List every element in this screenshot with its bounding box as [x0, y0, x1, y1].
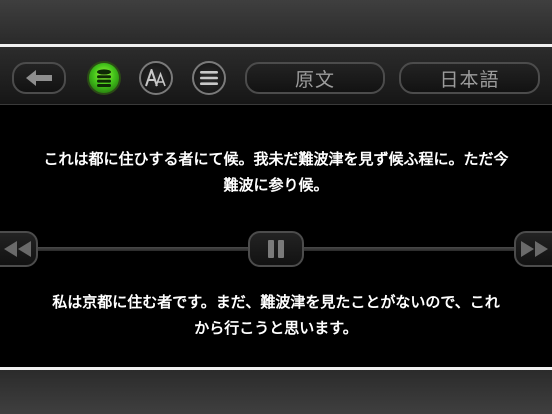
rewind-button[interactable] [0, 231, 38, 267]
toolbar: 原文 日本語 [0, 47, 552, 105]
tab-original-label: 原文 [294, 68, 335, 91]
left-arrow-icon [26, 70, 52, 86]
translation-text: 私は京都に住む者です。まだ、難波津を見たことがないので、これ から行こうと思いま… [0, 289, 552, 341]
font-size-button[interactable] [139, 61, 173, 95]
original-text-line: 難波に参り候。 [223, 176, 329, 194]
pause-button[interactable] [248, 231, 304, 267]
database-icon [97, 69, 111, 87]
menu-button[interactable] [192, 61, 226, 95]
translation-text-line: から行こうと思います。 [194, 319, 358, 337]
database-button[interactable] [87, 61, 121, 95]
bottom-bezel [0, 370, 552, 414]
tab-japanese[interactable]: 日本語 [399, 62, 540, 94]
fast-forward-icon [521, 241, 548, 257]
font-size-icon [145, 69, 166, 87]
back-button[interactable] [12, 62, 66, 94]
hamburger-menu-icon [200, 71, 218, 85]
tab-japanese-label: 日本語 [439, 68, 500, 91]
tab-original[interactable]: 原文 [245, 62, 385, 94]
rewind-icon [4, 241, 31, 257]
top-bezel [0, 0, 552, 44]
original-text: これは都に住ひする者にて候。我未だ難波津を見ず候ふ程に。ただ今 難波に参り候。 [0, 146, 552, 198]
original-text-line: これは都に住ひする者にて候。我未だ難波津を見ず候ふ程に。ただ今 [43, 150, 509, 168]
translation-text-line: 私は京都に住む者です。まだ、難波津を見たことがないので、これ [52, 293, 500, 311]
pause-icon [268, 240, 284, 258]
fast-forward-button[interactable] [514, 231, 552, 267]
